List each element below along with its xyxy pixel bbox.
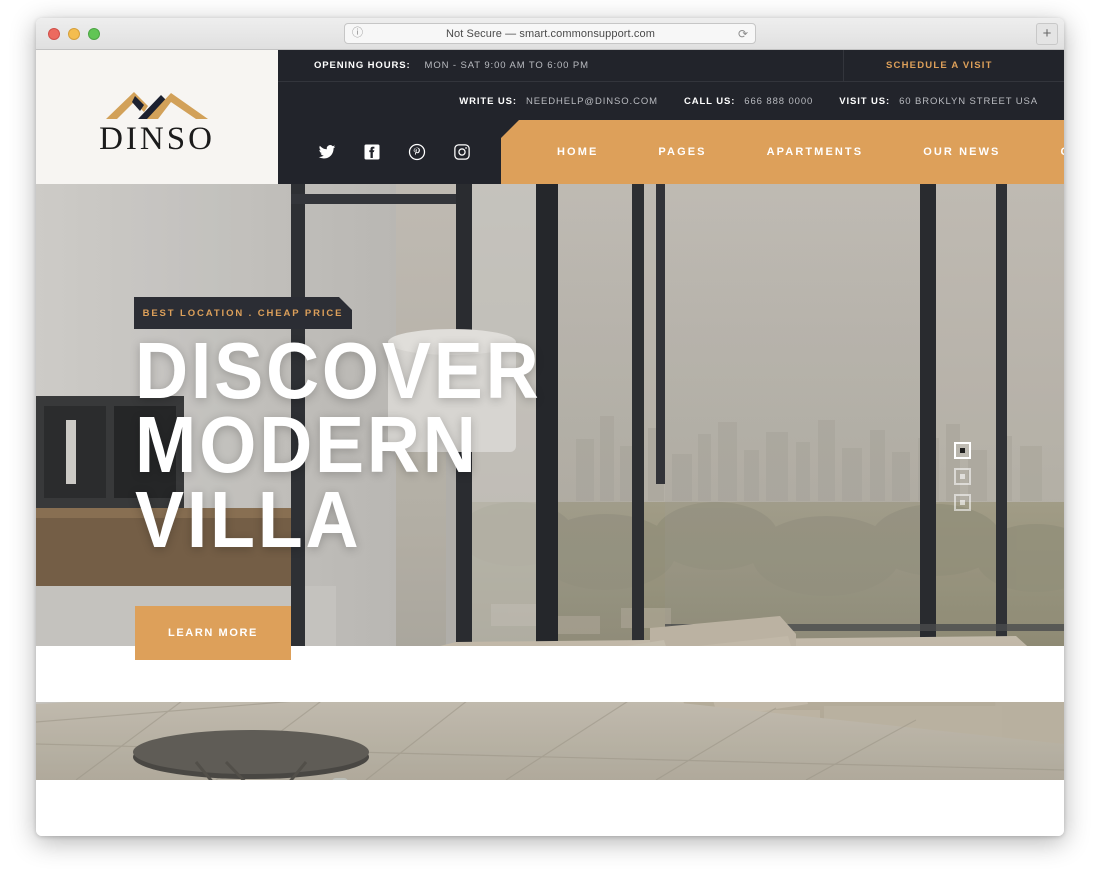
logo[interactable]: DINSO [36,50,278,184]
pinterest-icon[interactable] [408,143,426,161]
write-us-label: WRITE US: [459,95,517,107]
info-circle-icon: ⓘ [352,27,363,39]
reload-icon[interactable]: ⟳ [738,28,748,40]
visit-us-value: 60 BROKLYN STREET USA [899,95,1038,107]
hero-title: DISCOVER MODERN VILLA [135,326,577,564]
twitter-icon[interactable] [318,143,336,161]
window-controls[interactable] [48,27,100,40]
logo-text: DINSO [99,121,215,157]
hero-title-line-3: VILLA [135,474,362,564]
address-bar[interactable]: ⓘ Not Secure — smart.commonsupport.com ⟳ [344,23,756,44]
hero-title-line-1: DISCOVER [135,326,542,415]
slider-dot-1[interactable] [954,442,971,459]
opening-hours-value: MON - SAT 9:00 AM TO 6:00 PM [424,60,589,71]
slider-dot-3[interactable] [954,494,971,511]
visit-us-label: VISIT US: [839,95,891,107]
nav-row: HOME PAGES APARTMENTS OUR NEWS CONTACT [278,120,1064,184]
new-tab-button[interactable]: + [1036,23,1058,45]
facebook-icon[interactable] [363,143,381,161]
call-us-label: CALL US: [683,95,736,107]
main-navigation: HOME PAGES APARTMENTS OUR NEWS CONTACT [501,120,1064,184]
instagram-icon[interactable] [453,143,471,161]
nav-item-contact[interactable]: CONTACT [1031,146,1065,158]
opening-hours: OPENING HOURS: MON - SAT 9:00 AM TO 6:00… [314,60,589,71]
nav-item-home[interactable]: HOME [527,146,628,158]
hero-badge: BEST LOCATION . CHEAP PRICE [134,297,352,329]
nav-item-apartments[interactable]: APARTMENTS [737,146,894,158]
address-bar-text: Not Secure — smart.commonsupport.com [445,27,655,40]
slider-dot-2[interactable] [954,468,971,485]
schedule-a-visit-link[interactable]: SCHEDULE A VISIT [886,60,993,71]
header-dark-area: OPENING HOURS: MON - SAT 9:00 AM TO 6:00… [278,50,1064,184]
contact-call-us[interactable]: CALL US: 666 888 0000 [684,96,813,107]
learn-more-label: LEARN MORE [168,627,258,639]
contact-bar: WRITE US: NEEDHELP@DINSO.COM CALL US: 66… [278,82,1064,120]
write-us-value: NEEDHELP@DINSO.COM [525,95,658,107]
nav-item-pages[interactable]: PAGES [628,146,736,158]
site-header: DINSO OPENING HOURS: MON - SAT 9:00 AM T… [36,50,1064,184]
roof-logo-icon [106,92,208,119]
hero-badge-text: BEST LOCATION . CHEAP PRICE [142,307,344,319]
slider-pagination [954,442,971,511]
learn-more-button[interactable]: LEARN MORE [135,606,291,660]
opening-hours-label: OPENING HOURS: [314,60,411,71]
close-window-button[interactable] [48,27,60,40]
nav-item-our-news[interactable]: OUR NEWS [893,146,1030,158]
minimize-window-button[interactable] [68,27,80,40]
contact-visit-us[interactable]: VISIT US: 60 BROKLYN STREET USA [839,96,1038,107]
call-us-value: 666 888 0000 [744,95,814,107]
browser-titlebar: ⓘ Not Secure — smart.commonsupport.com ⟳… [36,18,1064,50]
social-links [318,120,471,184]
hero-title-line-2: MODERN [135,400,479,490]
browser-window: ⓘ Not Secure — smart.commonsupport.com ⟳… [36,18,1064,836]
topbar-divider [843,50,844,82]
contact-write-us[interactable]: WRITE US: NEEDHELP@DINSO.COM [459,96,658,107]
zoom-window-button[interactable] [88,27,100,40]
page-viewport: DINSO OPENING HOURS: MON - SAT 9:00 AM T… [36,50,1064,836]
top-info-bar: OPENING HOURS: MON - SAT 9:00 AM TO 6:00… [278,50,1064,82]
